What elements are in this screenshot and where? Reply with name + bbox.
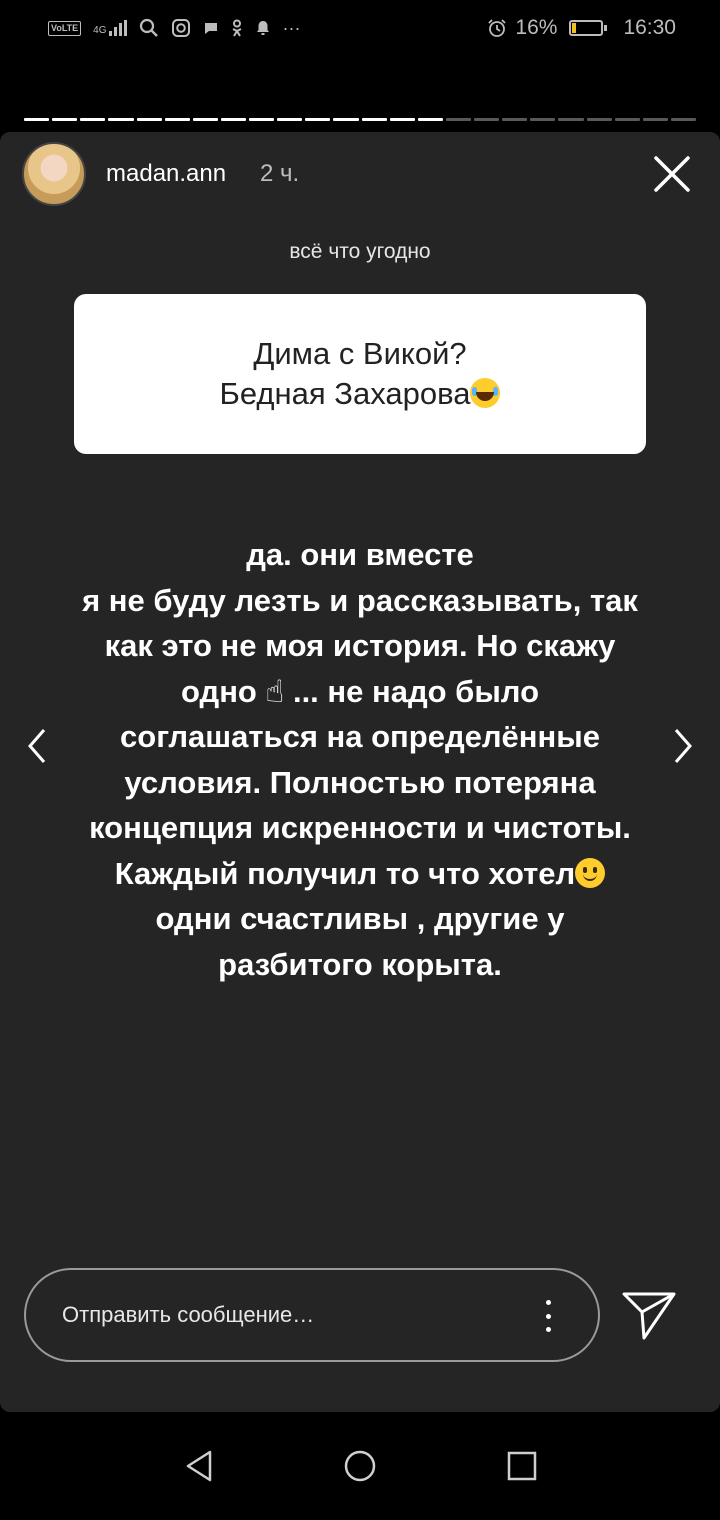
signal-icon: 4G [93,20,127,36]
search-icon [139,18,158,37]
answer-line: одно ☝ ... не надо было [180,673,540,709]
answer-line: соглашаться на определённые [120,719,600,754]
progress-segment [670,118,696,121]
home-icon[interactable] [342,1448,378,1484]
message-input[interactable]: Отправить сообщение… [24,1268,600,1362]
progress-segment [108,118,134,121]
story-view[interactable]: madan.ann 2 ч. всё что угодно Дима с Вик… [0,132,720,1412]
battery-icon [569,20,608,36]
recent-apps-icon[interactable] [504,1448,540,1484]
progress-segment [445,118,471,121]
ok-icon [232,19,241,37]
back-icon[interactable] [182,1448,218,1484]
battery-percent: 16% [515,16,558,39]
answer-line: одни счастливы , другие у [155,901,565,936]
progress-segment [389,118,415,121]
previous-story-icon[interactable] [22,726,54,766]
volte-icon: VoLTE [48,20,82,36]
message-icon [204,23,217,34]
answer-line: концепция искренности и чистоты. [89,810,631,845]
story-time: 2 ч. [260,160,300,187]
progress-segment [277,118,303,121]
progress-segment [164,118,190,121]
send-icon[interactable] [620,1290,678,1342]
progress-segment [614,118,640,121]
status-left: VoLTE 4G ··· [48,18,301,39]
username[interactable]: madan.ann [106,160,226,188]
answer-text: да. они вместе я не буду лезть и рассказ… [40,532,680,987]
smile-emoji-icon [575,857,606,888]
clock: 16:30 [623,16,676,39]
more-notifications-icon: ··· [282,17,301,38]
story-progress [24,118,696,124]
progress-segment [192,118,218,121]
answer-line: да. они вместе [246,537,474,572]
progress-segment [502,118,528,121]
system-nav-bar [0,1412,720,1520]
answer-line: я не буду лезть и рассказывать, так [82,582,638,618]
progress-segment [249,118,275,121]
answer-line: Каждый получил то что хотел [40,851,680,897]
network-type: 4G [93,25,107,36]
progress-segment [586,118,612,121]
progress-segment [333,118,359,121]
close-icon[interactable] [648,150,696,198]
notification-icon [256,21,269,35]
question-line: Дима с Викой? [253,336,467,371]
question-prompt: всё что угодно [289,240,431,263]
progress-segment [136,118,162,121]
progress-segment [220,118,246,121]
alarm-icon [488,19,507,37]
question-sticker: Дима с Викой? Бедная Захарова [74,294,646,454]
answer-line: разбитого корыта. [218,946,502,982]
progress-segment [558,118,584,121]
answer-line: условия. Полностью потеряна [124,764,596,800]
progress-segment [642,118,668,121]
message-placeholder: Отправить сообщение… [62,1302,315,1327]
avatar[interactable] [22,142,86,206]
status-right: 16% 16:30 [487,16,676,40]
progress-segment [474,118,500,121]
progress-segment [24,118,50,121]
question-line: Бедная Захарова [220,374,501,414]
progress-segment [530,118,556,121]
laughing-emoji-icon [470,378,501,408]
instagram-icon [171,19,190,37]
progress-segment [361,118,387,121]
status-bar: VoLTE 4G ··· 16% 16:30 [0,0,720,56]
progress-segment [417,118,443,121]
answer-line: как это не моя история. Но скажу [104,628,616,663]
progress-segment [80,118,106,121]
progress-segment [52,118,78,121]
more-options-button[interactable] [536,1296,560,1336]
progress-segment [305,118,331,121]
next-story-icon[interactable] [666,726,698,766]
